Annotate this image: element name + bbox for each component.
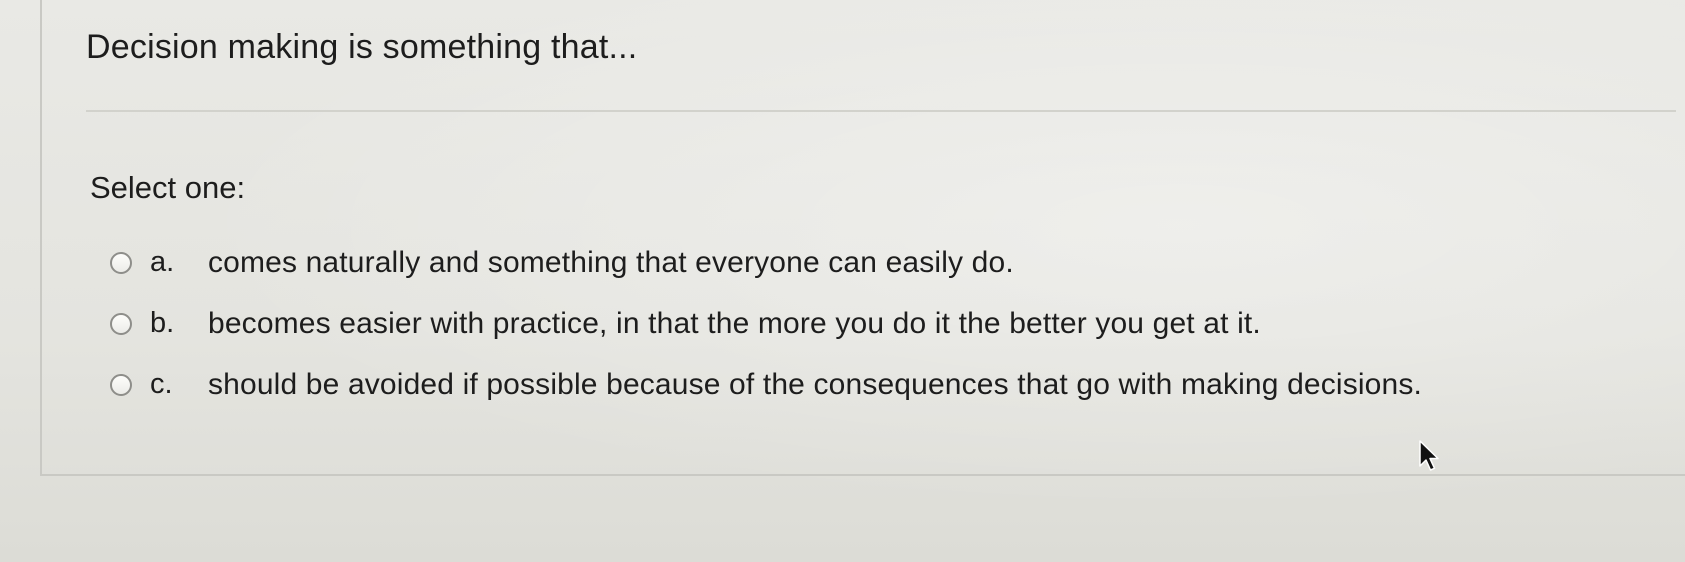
option-label[interactable]: becomes easier with practice, in that th… xyxy=(208,307,1261,341)
option-label[interactable]: should be avoided if possible because of… xyxy=(208,368,1422,402)
option-label[interactable]: comes naturally and something that every… xyxy=(208,246,1014,280)
option-b[interactable]: b. becomes easier with practice, in that… xyxy=(110,293,1422,354)
option-letter: a. xyxy=(150,246,175,278)
option-c[interactable]: c. should be avoided if possible because… xyxy=(110,354,1422,415)
option-letter: c. xyxy=(150,368,173,400)
option-a[interactable]: a. comes naturally and something that ev… xyxy=(110,232,1422,293)
radio-button-icon[interactable] xyxy=(110,373,132,396)
option-letter: b. xyxy=(150,307,175,339)
question-text: Decision making is something that... xyxy=(86,28,638,66)
mouse-pointer-icon xyxy=(1419,440,1439,471)
answer-options: a. comes naturally and something that ev… xyxy=(110,232,1422,415)
divider xyxy=(86,110,1676,112)
radio-button-icon[interactable] xyxy=(110,251,132,274)
radio-button-icon[interactable] xyxy=(110,312,132,335)
select-prompt: Select one: xyxy=(90,170,246,205)
